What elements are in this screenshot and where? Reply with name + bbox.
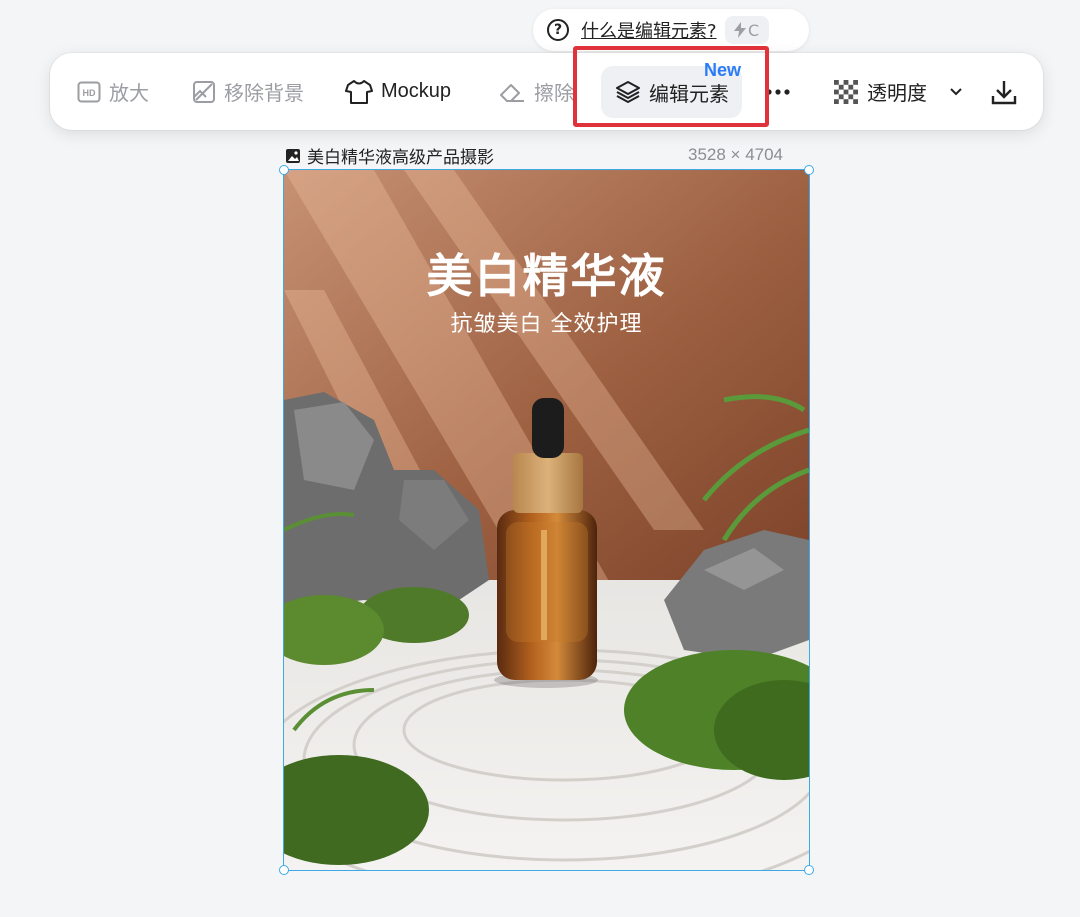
upscale-label: 放大 <box>109 81 149 105</box>
image-title: 美白精华液高级产品摄影 <box>285 143 494 168</box>
resize-handle-bottom-right[interactable] <box>804 865 814 875</box>
mockup-button[interactable]: Mockup <box>345 53 451 130</box>
upscale-button[interactable]: HD 放大 <box>77 53 149 130</box>
help-link[interactable]: 什么是编辑元素? <box>581 17 717 43</box>
image-toolbar: HD 放大 移除背景 Mockup 擦除 编辑元素 New 透明度 <box>50 53 1043 130</box>
new-badge: New <box>704 60 742 80</box>
image-dimensions: 3528 × 4704 <box>688 145 784 164</box>
download-button[interactable] <box>990 53 1018 130</box>
help-pill: ? 什么是编辑元素? C <box>533 9 809 51</box>
resize-handle-top-right[interactable] <box>804 165 814 175</box>
chevron-down-icon[interactable] <box>949 87 963 97</box>
resize-handle-top-left[interactable] <box>279 165 289 175</box>
resize-handle-bottom-left[interactable] <box>279 865 289 875</box>
opacity-label: 透明度 <box>867 81 927 105</box>
question-icon: ? <box>547 19 569 41</box>
image-title-text: 美白精华液高级产品摄影 <box>307 148 494 168</box>
erase-label: 擦除 <box>534 81 574 105</box>
product-image-canvas[interactable]: 美白精华液 抗皱美白 全效护理 <box>283 169 810 871</box>
remove-background-button[interactable]: 移除背景 <box>192 53 304 130</box>
hd-icon: HD <box>77 81 101 102</box>
lightning-icon <box>733 22 746 38</box>
shortcut-badge: C <box>724 16 769 44</box>
tshirt-icon <box>345 79 373 104</box>
more-button[interactable] <box>766 53 790 130</box>
remove-background-label: 移除背景 <box>224 81 304 105</box>
poster-headline: 美白精华液 <box>426 249 667 303</box>
edit-elements-label: 编辑元素 <box>649 81 729 106</box>
opacity-button[interactable]: 透明度 <box>833 53 963 130</box>
erase-button[interactable]: 擦除 <box>498 53 574 130</box>
download-icon <box>991 80 1017 104</box>
remove-background-icon <box>193 80 215 103</box>
mockup-label: Mockup <box>381 80 452 102</box>
layers-icon <box>616 81 640 103</box>
svg-text:HD: HD <box>83 88 96 98</box>
image-icon <box>286 148 300 163</box>
shortcut-key: C <box>747 20 760 40</box>
poster-subheadline: 抗皱美白 全效护理 <box>450 312 643 337</box>
eraser-icon <box>500 83 524 102</box>
transparency-checker-icon <box>834 79 858 104</box>
more-dots-icon <box>766 88 790 95</box>
